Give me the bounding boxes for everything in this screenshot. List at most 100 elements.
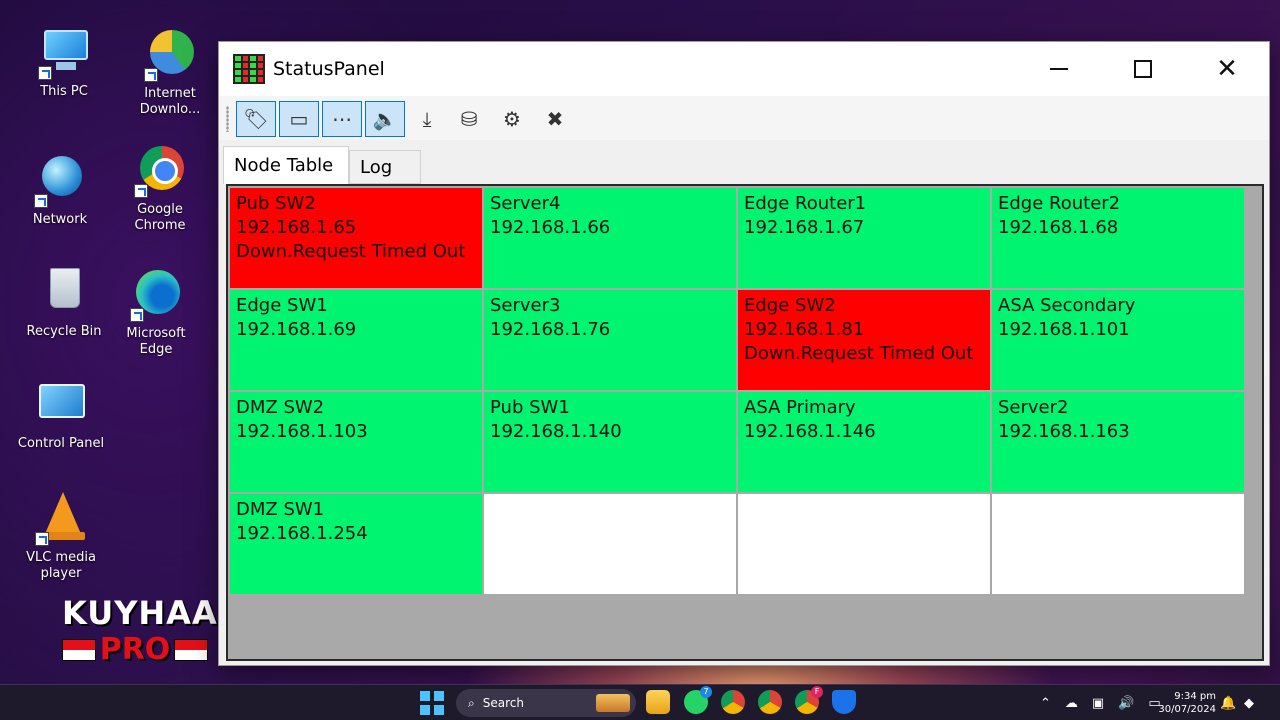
node-cell[interactable]: Server4 192.168.1.66	[484, 188, 736, 288]
vlc-cone-icon	[33, 490, 89, 546]
system-tray: ⌃ ☁ ▣ 🔊 ▭	[1040, 685, 1161, 720]
node-cell[interactable]: Edge SW1 192.168.1.69	[230, 290, 482, 390]
start-button[interactable]	[420, 690, 446, 716]
node-cell[interactable]: Edge SW2 192.168.1.81 Down.Request Timed O…	[738, 290, 990, 390]
desktop-icon-recycle-bin[interactable]: Recycle Bin	[16, 264, 112, 340]
toolbar-button-speaker[interactable]: 🔈	[365, 101, 405, 137]
desktop-icon-label: Google	[137, 202, 183, 217]
desktop-icon-label: VLC media	[26, 550, 96, 565]
gear-icon: ⚙	[503, 107, 521, 131]
node-ip: 192.168.1.146	[744, 421, 876, 442]
chevron-up-icon[interactable]: ⌃	[1040, 696, 1051, 711]
node-name: Edge SW1	[236, 295, 328, 316]
node-cell-empty[interactable]	[738, 494, 990, 594]
node-name: Edge Router2	[998, 193, 1121, 214]
toolbar-button-tag[interactable]: 🏷	[236, 101, 276, 137]
node-cell[interactable]: DMZ SW2 192.168.1.103	[230, 392, 482, 492]
toolbar-button-settings[interactable]: ⚙	[492, 101, 532, 137]
toolbar-button-ellipsis[interactable]: ⋯	[322, 101, 362, 137]
monitor-icon	[36, 24, 92, 80]
node-name: Edge SW2	[744, 295, 836, 316]
node-ip: 192.168.1.69	[236, 319, 357, 340]
search-highlight-image	[596, 694, 630, 712]
whatsapp-icon[interactable]: 7	[684, 686, 712, 714]
taskbar-search[interactable]: ⌕ Search	[456, 689, 636, 717]
desktop-icon-google-chrome[interactable]: Google Chrome	[112, 142, 208, 234]
clock[interactable]: 9:34 pm 30/07/2024	[1152, 685, 1216, 720]
toolbar-grip[interactable]	[226, 106, 229, 132]
file-explorer-icon[interactable]	[646, 690, 670, 714]
node-cell[interactable]: DMZ SW1 192.168.1.254	[230, 494, 482, 594]
toolbar-button-close-box[interactable]: ✖	[535, 101, 575, 137]
node-name: ASA Secondary	[998, 295, 1136, 316]
whatsapp-badge: 7	[700, 686, 712, 698]
maximize-button[interactable]	[1101, 42, 1185, 96]
tab-log[interactable]: Log	[349, 150, 421, 184]
toolbar-button-address-card[interactable]: ▭	[279, 101, 319, 137]
desktop-icon-label: Control Panel	[17, 436, 105, 451]
node-name: Server3	[490, 295, 561, 316]
desktop-icon-label-line2: Chrome	[134, 218, 186, 233]
notification-bell-icon[interactable]: 🔔	[1220, 685, 1236, 720]
node-message: Down.Request Timed Out	[744, 343, 974, 364]
node-cell[interactable]: Pub SW1 192.168.1.140	[484, 392, 736, 492]
node-ip: 192.168.1.68	[998, 217, 1119, 238]
node-cell[interactable]: ASA Secondary 192.168.1.101	[992, 290, 1244, 390]
windows-logo-icon	[420, 691, 430, 701]
node-cell[interactable]: Server2 192.168.1.163	[992, 392, 1244, 492]
flag-icon	[174, 638, 208, 661]
chrome-icon[interactable]	[721, 690, 745, 714]
toolbar-button-network-drive[interactable]: ⛁	[449, 101, 489, 137]
node-ip: 192.168.1.254	[236, 523, 368, 544]
window-title: StatusPanel	[273, 58, 385, 80]
desktop-icon-label: Network	[32, 212, 88, 227]
defender-shield-icon[interactable]	[832, 690, 856, 714]
minimize-icon	[1050, 68, 1068, 70]
node-table-panel: Pub SW2 192.168.1.65 Down.Request Timed Ou…	[226, 184, 1264, 661]
node-cell-empty[interactable]	[992, 494, 1244, 594]
close-button[interactable]: ✕	[1185, 42, 1269, 96]
node-cell[interactable]: Edge Router2 192.168.1.68	[992, 188, 1244, 288]
chrome-profile-f-icon[interactable]: F	[795, 686, 823, 714]
display-icon[interactable]: ▣	[1092, 696, 1104, 711]
volume-icon[interactable]: 🔊	[1118, 696, 1134, 711]
cloud-icon[interactable]: ☁	[1065, 696, 1078, 711]
toolbar: 🏷 ▭ ⋯ 🔈 ⤓ ⛁ ⚙ ✖	[219, 96, 1269, 140]
node-cell[interactable]: Edge Router1 192.168.1.67	[738, 188, 990, 288]
minimize-button[interactable]	[1017, 42, 1101, 96]
node-message: Down.Request Timed Out	[236, 241, 466, 262]
watermark-line1: KUYHAA	[62, 594, 218, 632]
chrome-profile-icon[interactable]	[758, 690, 782, 714]
desktop-icon-label-line2: Downlo...	[139, 102, 201, 117]
node-ip: 192.168.1.65	[236, 217, 357, 238]
node-name: ASA Primary	[744, 397, 856, 418]
desktop-icon-vlc[interactable]: VLC media player	[13, 490, 109, 582]
node-cell[interactable]: Pub SW2 192.168.1.65 Down.Request Timed Ou…	[230, 188, 482, 288]
node-ip: 192.168.1.76	[490, 319, 611, 340]
desktop-icon-this-pc[interactable]: This PC	[16, 24, 112, 100]
desktop-icon-internet-download-manager[interactable]: Internet Downlo...	[122, 26, 218, 118]
taskbar: ⌕ Search 7 F ⌃ ☁ ▣ 🔊 ▭ 9:34 pm 30/07/202…	[0, 684, 1280, 720]
node-name: Pub SW1	[490, 397, 570, 418]
desktop-icon-network[interactable]: Network	[12, 152, 108, 228]
tab-node-table[interactable]: Node Table	[223, 146, 349, 184]
node-ip: 192.168.1.163	[998, 421, 1130, 442]
kuyhaa-watermark: KUYHAA PRO	[62, 594, 218, 667]
chrome-badge: F	[811, 686, 823, 698]
toolbar-button-download[interactable]: ⤓	[407, 101, 447, 137]
node-grid: Pub SW2 192.168.1.65 Down.Request Timed Ou…	[230, 188, 1244, 594]
edge-icon	[128, 266, 184, 322]
desktop-icon-control-panel[interactable]: Control Panel	[13, 376, 109, 452]
title-bar[interactable]: StatusPanel ✕	[219, 42, 1269, 96]
node-cell[interactable]: ASA Primary 192.168.1.146	[738, 392, 990, 492]
node-name: Server2	[998, 397, 1069, 418]
tag-icon: 🏷	[243, 107, 269, 131]
copilot-icon[interactable]: ◆	[1244, 685, 1254, 720]
desktop-icon-label-line2: Edge	[139, 342, 173, 357]
tab-strip: Node Table Log	[223, 146, 523, 184]
node-cell-empty[interactable]	[484, 494, 736, 594]
search-icon: ⌕	[468, 695, 475, 710]
node-cell[interactable]: Server3 192.168.1.76	[484, 290, 736, 390]
node-ip: 192.168.1.101	[998, 319, 1130, 340]
desktop-icon-microsoft-edge[interactable]: Microsoft Edge	[108, 266, 204, 358]
